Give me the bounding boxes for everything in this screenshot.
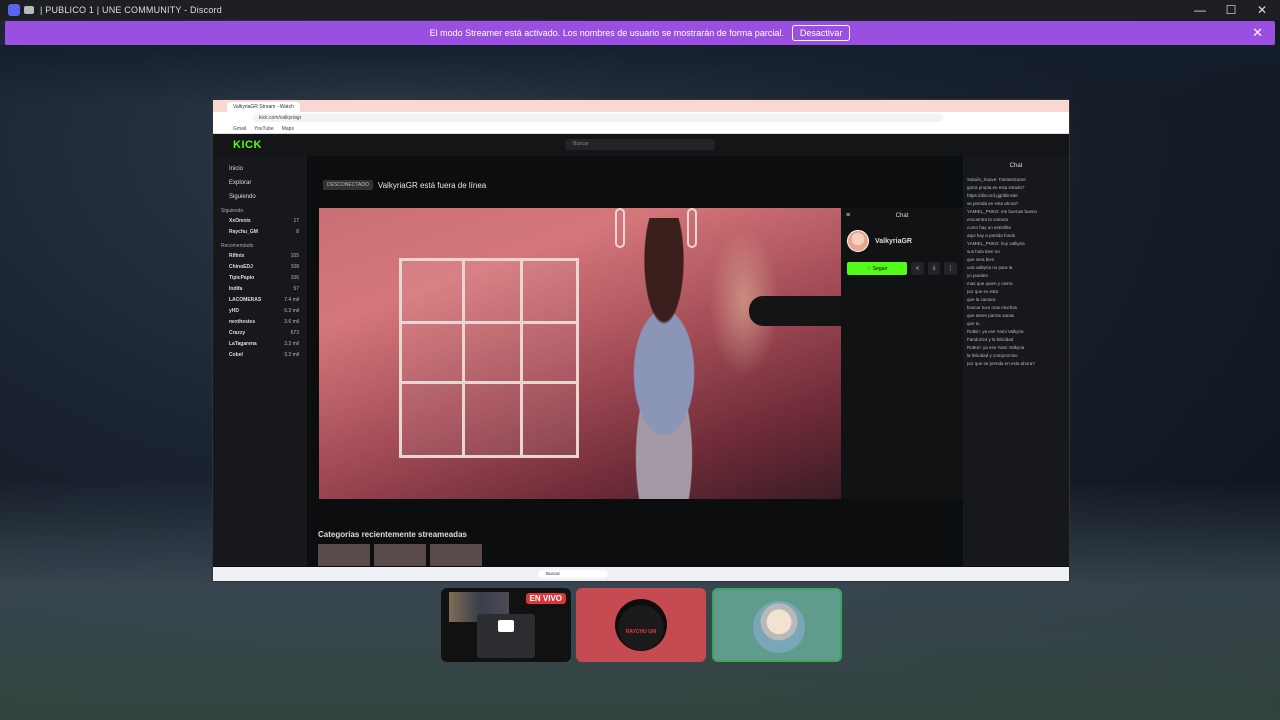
channel-item: Cobel 3.3 mil [229, 352, 299, 358]
chat-message: que tu [967, 321, 980, 326]
browser-url: kick.com/valkyriagr [253, 114, 943, 122]
chat-message: YAMIEL_PNKO: me buenas bueno [967, 209, 1037, 214]
chat-message: la felicidad y compromiso [967, 353, 1018, 358]
bookmark-item: Maps [281, 125, 294, 132]
chat-message: yo pueden [967, 273, 989, 278]
chat-message: RotKin: ya ese Yami Valkyria [967, 345, 1025, 350]
menu-icon: ≡ [846, 212, 851, 219]
browser-tabbar: ValkyriaGR Stream - Watch [213, 100, 1069, 112]
video-shelf [399, 258, 579, 458]
stream-video [319, 208, 841, 499]
close-window-button[interactable]: ✕ [1246, 0, 1278, 20]
channel-item: LACOMERAS 7.4 mil [229, 297, 299, 303]
bookmark-item: YouTube [254, 125, 274, 132]
chat-message: buscar tuvo mas muchas [967, 305, 1018, 310]
chat-message: una valkyria no para la [967, 265, 1013, 270]
chat-message: encuentra la camera [967, 217, 1009, 222]
channel-item: LaTagarena 3.3 mil [229, 341, 299, 347]
maximize-button[interactable]: ☐ [1215, 0, 1247, 20]
chat-message: Saludo_Suave: Fantasticame [967, 177, 1026, 182]
chat-message: que sera bien [967, 257, 995, 262]
browser-address-bar: kick.com/valkyriagr [213, 112, 1069, 124]
channel-item: yHD 6.3 mil [229, 308, 299, 314]
offline-bar: DESCONECTADO ValkyriaGR está fuera de lí… [323, 180, 486, 190]
channel-item: Crazzy 673 [229, 330, 299, 336]
kick-nav-item: Explorar [229, 180, 252, 186]
category-thumb [430, 544, 482, 566]
window-title: | PUBLICO 1 | UNE COMMUNITY - Discord [40, 5, 222, 15]
discord-logo-icon [8, 4, 20, 16]
chat-message: Fandori24 y la felicidad [967, 337, 1014, 342]
kick-header: KICK Buscar [213, 134, 1069, 156]
chat-title: Chat [895, 213, 909, 219]
participant-tile-screen[interactable]: EN VIVO [441, 588, 571, 662]
background-sky [0, 45, 1280, 105]
minimize-button[interactable]: — [1184, 0, 1216, 20]
chat-message: gorra propia en esta estado? [967, 185, 1025, 190]
category-thumb [374, 544, 426, 566]
chat-message: por que se prenda en esta ahora? [967, 361, 1035, 366]
popout-chat-panel: ≡ Chat ValkyriaGR ♡ Seguir < ⤓ ⋮ [841, 208, 963, 499]
streamer-mode-message: El modo Streamer está activado. Los nomb… [429, 28, 784, 38]
stream-chat: Chat Saludo_Suave: Fantasticame gorra pro… [963, 156, 1069, 566]
recommended-heading: Recomendado [221, 243, 254, 249]
chat-message: que la camara [967, 297, 996, 302]
kick-logo: KICK [233, 139, 262, 151]
streamer-mode-banner: El modo Streamer está activado. Los nomb… [5, 21, 1275, 45]
chat-message: aqui hay a partida fondo [967, 233, 1016, 238]
browser-tab: ValkyriaGR Stream - Watch [227, 102, 300, 112]
kick-sidebar: Inicio Explorar Siguiendo Siguiendo XxOm… [213, 156, 307, 566]
windows-taskbar: Buscar [213, 567, 1069, 581]
chat-message: por que es esta [967, 289, 999, 294]
channel-item: Rifinix 105 [229, 253, 299, 259]
channel-avatar [847, 230, 869, 252]
category-thumb [318, 544, 370, 566]
browser-bookmarks: Gmail YouTube Maps [213, 124, 1069, 134]
video-person [589, 218, 739, 499]
chat-message: sus hola bien no [967, 249, 1000, 254]
chat-message: Rotkin: ya ese Yami Valkyria [967, 329, 1024, 334]
avatar: RAYCHU GM [615, 599, 667, 651]
disable-streamer-mode-button[interactable]: Desactivar [791, 25, 851, 41]
offline-tag: DESCONECTADO [323, 180, 373, 190]
share-icon: < [911, 262, 924, 275]
participant-tile-raychu[interactable]: RAYCHU GM [576, 588, 706, 662]
channel-item: Indifa 57 [229, 286, 299, 292]
chat-message: se prenda en esta ahora? [967, 201, 1019, 206]
shared-screen-stream[interactable]: ValkyriaGR Stream - Watch kick.com/valky… [212, 99, 1070, 582]
more-icon: ⋮ [944, 262, 957, 275]
video-microphone [749, 296, 841, 326]
chat-message: como hay un estrellita [967, 225, 1011, 230]
monitor-icon [477, 614, 535, 658]
download-icon: ⤓ [927, 262, 941, 275]
kick-nav-item: Siguiendo [229, 194, 256, 200]
category-thumbnails [318, 544, 482, 566]
following-heading: Siguiendo [221, 208, 244, 214]
channel-item: XxOmnis 17 [229, 218, 299, 224]
chat-message: mas que quien y cierra [967, 281, 1013, 286]
chat-message: YAMIEL_PNKO: hoy valkyria [967, 241, 1025, 246]
bookmark-item: Gmail [233, 125, 247, 132]
chat-message: https://discord.gg/3kinvite [967, 193, 1018, 198]
close-banner-icon[interactable]: ✕ [1252, 25, 1263, 41]
channel-item: ChinoEDJ 108 [229, 264, 299, 270]
kick-nav-item: Inicio [229, 166, 244, 172]
channel-item: TipicPapio 106 [229, 275, 299, 281]
stream-chat-title: Chat [1009, 163, 1023, 169]
follow-button: ♡ Seguir [847, 262, 908, 275]
kick-search: Buscar [565, 139, 715, 150]
voice-icon [24, 6, 34, 14]
live-badge: EN VIVO [525, 593, 566, 604]
channel-item: Raychu_GM 8 [229, 229, 299, 235]
avatar-text: RAYCHU GM [625, 629, 657, 635]
taskbar-search: Buscar [538, 570, 608, 578]
avatar [753, 601, 805, 653]
channel-item: nexthestes 3.6 mil [229, 319, 299, 325]
recent-categories-heading: Categorías recientemente streameadas [318, 530, 467, 539]
offline-title: ValkyriaGR está fuera de línea [377, 180, 487, 190]
window-titlebar: | PUBLICO 1 | UNE COMMUNITY - Discord — … [0, 0, 1280, 20]
channel-name: ValkyriaGR [875, 237, 912, 245]
chat-message: que asere parras sanas [967, 313, 1015, 318]
participant-tile-speaking[interactable] [712, 588, 842, 662]
